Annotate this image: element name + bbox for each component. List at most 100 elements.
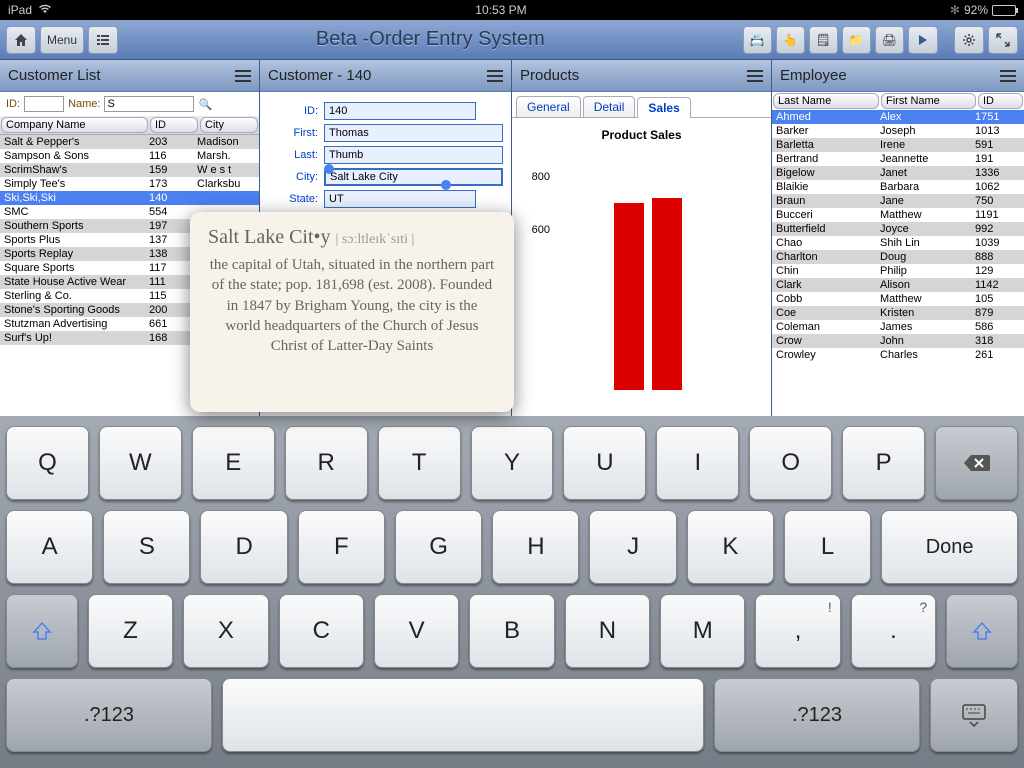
- filter-name-input[interactable]: [104, 96, 194, 112]
- search-icon[interactable]: 🔍: [198, 98, 212, 111]
- employee-row[interactable]: ColemanJames586: [772, 320, 1024, 334]
- dictionary-popup[interactable]: Salt Lake Cit•y | sɔːltleɪkˈsɪti | the c…: [190, 212, 514, 412]
- employee-row[interactable]: BucceriMatthew1191: [772, 208, 1024, 222]
- selection-handle-end[interactable]: [441, 180, 451, 190]
- customer-row[interactable]: Salt & Pepper's203Madison: [0, 135, 259, 149]
- on-screen-keyboard: QWERTYUIOP ASDFGHJKLDone ZXCVBNM!,?. .?1…: [0, 416, 1024, 768]
- key-k[interactable]: K: [687, 510, 774, 584]
- folder-button[interactable]: 📁: [842, 26, 871, 54]
- key-v[interactable]: V: [374, 594, 459, 668]
- tool-button-2[interactable]: 👆: [776, 26, 805, 54]
- key-g[interactable]: G: [395, 510, 482, 584]
- employee-row[interactable]: BarkerJoseph1013: [772, 124, 1024, 138]
- shift-key-left[interactable]: [6, 594, 78, 668]
- key-l[interactable]: L: [784, 510, 871, 584]
- key-d[interactable]: D: [200, 510, 287, 584]
- customer-row[interactable]: Simply Tee's173Clarksbu: [0, 177, 259, 191]
- panel-menu-icon[interactable]: [747, 70, 763, 82]
- backspace-key[interactable]: [935, 426, 1018, 500]
- tool-button-3[interactable]: 🗒: [809, 26, 838, 54]
- tab-sales[interactable]: Sales: [637, 97, 690, 118]
- y-tick: 600: [532, 224, 550, 236]
- col-firstname[interactable]: First Name: [881, 93, 976, 109]
- employee-row[interactable]: ChinPhilip129: [772, 264, 1024, 278]
- done-key[interactable]: Done: [881, 510, 1018, 584]
- key-h[interactable]: H: [492, 510, 579, 584]
- period-key[interactable]: ?.: [851, 594, 936, 668]
- forward-button[interactable]: [908, 26, 938, 54]
- print-button[interactable]: 🖨: [875, 26, 904, 54]
- key-p[interactable]: P: [842, 426, 925, 500]
- employee-row[interactable]: ButterfieldJoyce992: [772, 222, 1024, 236]
- employee-row[interactable]: AhmedAlex1751: [772, 110, 1024, 124]
- col-lastname[interactable]: Last Name: [773, 93, 879, 109]
- mode-key-left[interactable]: .?123: [6, 678, 212, 752]
- list-toggle-button[interactable]: [88, 26, 118, 54]
- key-i[interactable]: I: [656, 426, 739, 500]
- employee-row[interactable]: ChaoShih Lin1039: [772, 236, 1024, 250]
- employee-row[interactable]: BlaikieBarbara1062: [772, 180, 1024, 194]
- employee-row[interactable]: CobbMatthew105: [772, 292, 1024, 306]
- first-field[interactable]: [324, 124, 503, 142]
- key-n[interactable]: N: [565, 594, 650, 668]
- tab-general[interactable]: General: [516, 96, 581, 117]
- space-key[interactable]: [222, 678, 704, 752]
- key-e[interactable]: E: [192, 426, 275, 500]
- home-button[interactable]: [6, 26, 36, 54]
- col-id[interactable]: ID: [150, 117, 198, 133]
- filter-id-input[interactable]: [24, 96, 64, 112]
- employee-row[interactable]: CharltonDoug888: [772, 250, 1024, 264]
- key-q[interactable]: Q: [6, 426, 89, 500]
- panel-menu-icon[interactable]: [487, 70, 503, 82]
- col-empid[interactable]: ID: [978, 93, 1023, 109]
- key-t[interactable]: T: [378, 426, 461, 500]
- hide-keyboard-key[interactable]: [930, 678, 1018, 752]
- customer-row[interactable]: Sampson & Sons116Marsh.: [0, 149, 259, 163]
- last-field[interactable]: [324, 146, 503, 164]
- key-o[interactable]: O: [749, 426, 832, 500]
- customer-row[interactable]: Ski,Ski,Ski140: [0, 191, 259, 205]
- selection-handle-start[interactable]: [324, 164, 334, 174]
- key-z[interactable]: Z: [88, 594, 173, 668]
- key-m[interactable]: M: [660, 594, 745, 668]
- key-r[interactable]: R: [285, 426, 368, 500]
- key-b[interactable]: B: [469, 594, 554, 668]
- employee-row[interactable]: BarlettaIrene591: [772, 138, 1024, 152]
- key-w[interactable]: W: [99, 426, 182, 500]
- employee-row[interactable]: BraunJane750: [772, 194, 1024, 208]
- menu-button[interactable]: Menu: [40, 26, 84, 54]
- comma-key[interactable]: !,: [755, 594, 840, 668]
- col-company[interactable]: Company Name: [1, 117, 148, 133]
- employee-row[interactable]: ClarkAlison1142: [772, 278, 1024, 292]
- employee-row[interactable]: CoeKristen879: [772, 306, 1024, 320]
- employee-list-body[interactable]: AhmedAlex1751BarkerJoseph1013BarlettaIre…: [772, 110, 1024, 362]
- key-s[interactable]: S: [103, 510, 190, 584]
- tab-detail[interactable]: Detail: [583, 96, 636, 117]
- key-c[interactable]: C: [279, 594, 364, 668]
- employee-row[interactable]: CrowJohn318: [772, 334, 1024, 348]
- customer-row[interactable]: ScrimShaw's159W e s t: [0, 163, 259, 177]
- mode-key-right[interactable]: .?123: [714, 678, 920, 752]
- key-y[interactable]: Y: [471, 426, 554, 500]
- expand-button[interactable]: [988, 26, 1018, 54]
- products-tabs: GeneralDetailSales: [512, 92, 771, 118]
- tool-button-1[interactable]: 📇: [743, 26, 772, 54]
- state-field[interactable]: [324, 190, 476, 208]
- shift-key-right[interactable]: [946, 594, 1018, 668]
- key-u[interactable]: U: [563, 426, 646, 500]
- employee-row[interactable]: BertrandJeannette191: [772, 152, 1024, 166]
- city-field[interactable]: [324, 168, 503, 186]
- key-j[interactable]: J: [589, 510, 676, 584]
- key-a[interactable]: A: [6, 510, 93, 584]
- col-city[interactable]: City: [200, 117, 258, 133]
- id-field[interactable]: [324, 102, 476, 120]
- customer-detail-title: Customer - 140: [268, 67, 371, 84]
- employee-row[interactable]: CrowleyCharles261: [772, 348, 1024, 362]
- key-f[interactable]: F: [298, 510, 385, 584]
- key-x[interactable]: X: [183, 594, 268, 668]
- panel-menu-icon[interactable]: [1000, 70, 1016, 82]
- panel-menu-icon[interactable]: [235, 70, 251, 82]
- employee-row[interactable]: BigelowJanet1336: [772, 166, 1024, 180]
- settings-button[interactable]: [954, 26, 984, 54]
- toolbar: Menu Beta -Order Entry System 📇 👆 🗒 📁 🖨: [0, 20, 1024, 60]
